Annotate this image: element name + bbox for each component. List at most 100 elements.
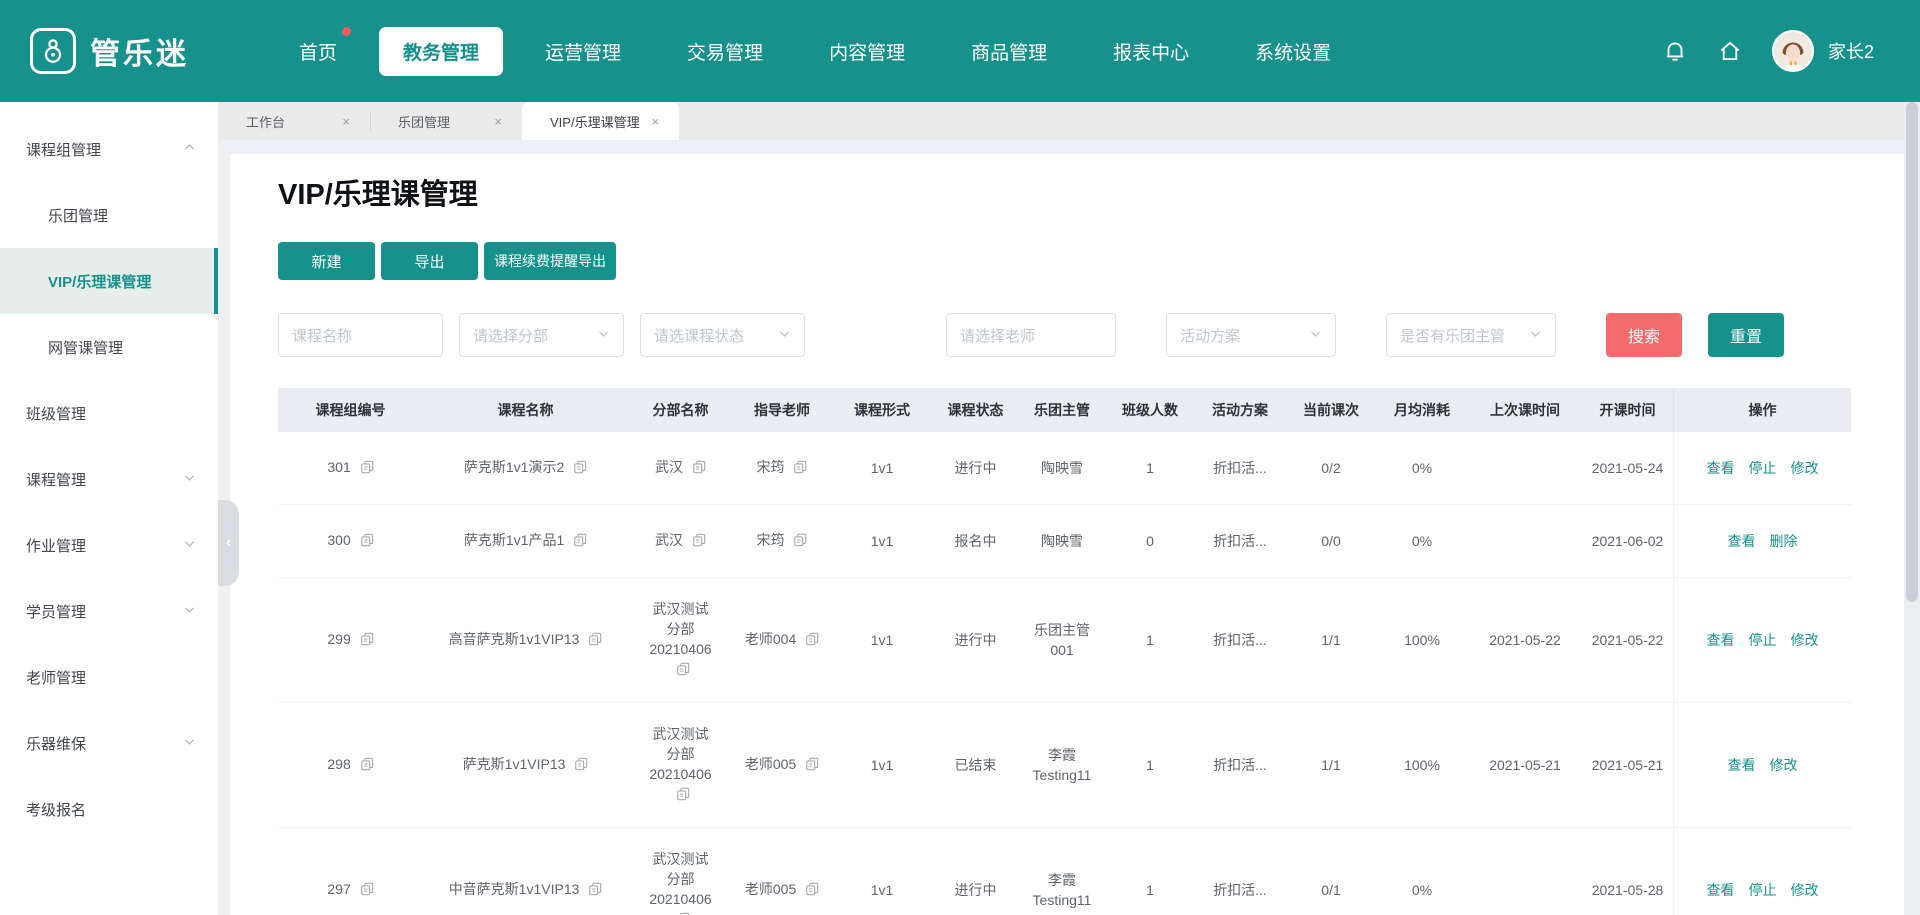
page-action-buttons: 新建导出课程续费提醒导出 (278, 242, 1904, 280)
copy-icon[interactable] (793, 532, 807, 552)
copy-icon[interactable] (588, 631, 602, 651)
reset-button[interactable]: 重置 (1708, 313, 1784, 357)
tab-VIP/乐理课管理[interactable]: VIP/乐理课管理× (522, 102, 679, 140)
filter-input-请选择老师[interactable]: 请选择老师 (946, 313, 1116, 357)
nav-item-8[interactable]: 系统设置 (1231, 27, 1355, 76)
search-button[interactable]: 搜索 (1606, 313, 1682, 357)
toolbar-button-3[interactable]: 课程续费提醒导出 (484, 242, 616, 280)
copy-icon[interactable] (573, 532, 587, 552)
nav-item-label: 内容管理 (829, 43, 905, 64)
nav-item-label: 教务管理 (403, 43, 479, 64)
cell-text: 299 (327, 629, 373, 651)
copy-icon[interactable] (805, 756, 819, 776)
filter-input-课程名称[interactable]: 课程名称 (278, 313, 443, 357)
nav-item-5[interactable]: 内容管理 (805, 27, 929, 76)
nav-item-7[interactable]: 报表中心 (1089, 27, 1213, 76)
copy-icon[interactable] (360, 881, 374, 901)
sidebar-item[interactable]: 考级报名 (0, 776, 218, 842)
toolbar-button-2[interactable]: 导出 (381, 242, 478, 280)
sidebar-item[interactable]: 课程管理 (0, 446, 218, 512)
action-view[interactable]: 查看 (1728, 755, 1756, 775)
cell-actions: 查看停止修改 (1673, 578, 1851, 702)
toolbar-button-1[interactable]: 新建 (278, 242, 375, 280)
content-card: VIP/乐理课管理 新建导出课程续费提醒导出 课程名称请选择分部请选课程状态请选… (230, 154, 1904, 915)
copy-icon[interactable] (676, 786, 690, 806)
sidebar-item[interactable]: 老师管理 (0, 644, 218, 710)
cell-start_time: 2021-05-28 (1582, 828, 1673, 915)
sidebar-item[interactable]: 学员管理 (0, 578, 218, 644)
main-scrollbar[interactable] (1904, 102, 1920, 915)
cell-branch: 武汉测试分部20210406 (628, 578, 733, 702)
copy-icon[interactable] (676, 661, 690, 681)
copy-icon[interactable] (360, 631, 374, 651)
action-view[interactable]: 查看 (1707, 458, 1735, 478)
action-stop[interactable]: 停止 (1749, 880, 1777, 900)
close-tab-icon[interactable]: × (342, 114, 350, 129)
copy-icon[interactable] (574, 756, 588, 776)
copy-icon[interactable] (676, 911, 690, 915)
action-edit[interactable]: 修改 (1791, 458, 1819, 478)
action-delete[interactable]: 删除 (1770, 531, 1798, 551)
copy-icon[interactable] (692, 459, 706, 479)
tab-工作台[interactable]: 工作台× (218, 102, 370, 140)
nav-item-3[interactable]: 运营管理 (521, 27, 645, 76)
user-name[interactable]: 家长2 (1828, 38, 1874, 64)
nav-item-1[interactable]: 首页 (275, 27, 361, 76)
sidebar-item[interactable]: 课程组管理 (0, 116, 218, 182)
sidebar-subitem[interactable]: 网管课管理 (0, 314, 218, 380)
copy-icon[interactable] (793, 459, 807, 479)
cell-text: 李霞Testing11 (1026, 870, 1098, 910)
main-scrollbar-thumb[interactable] (1906, 102, 1918, 602)
cell-text: 100% (1404, 630, 1440, 650)
sidebar-item[interactable]: 作业管理 (0, 512, 218, 578)
chevron-down-icon (597, 327, 610, 344)
primary-nav: 首页 教务管理 运营管理交易管理 内容管理 商品管理 报表中心系统设置 (275, 27, 1373, 76)
filter-placeholder: 请选择分部 (473, 325, 548, 346)
cell-monthly: 0% (1376, 828, 1468, 915)
sidebar-collapse-handle[interactable]: ‹ (218, 500, 239, 586)
filter-select-请选课程状态[interactable]: 请选课程状态 (640, 313, 805, 357)
action-view[interactable]: 查看 (1728, 531, 1756, 551)
copy-icon[interactable] (805, 631, 819, 651)
action-edit[interactable]: 修改 (1791, 630, 1819, 650)
filter-select-是否有乐团主管[interactable]: 是否有乐团主管 (1386, 313, 1556, 357)
filter-placeholder: 活动方案 (1180, 325, 1240, 346)
cell-teacher: 宋筠 (733, 432, 831, 504)
copy-icon[interactable] (360, 532, 374, 552)
action-edit[interactable]: 修改 (1791, 880, 1819, 900)
copy-icon[interactable] (692, 532, 706, 552)
table-row: 299 高音萨克斯1v1VIP13 武汉测试分部20210406 老师004 1… (278, 578, 1851, 703)
sidebar-subitem-label: 乐团管理 (48, 205, 108, 226)
nav-item-6[interactable]: 商品管理 (947, 27, 1071, 76)
tab-乐团管理[interactable]: 乐团管理× (370, 102, 522, 140)
action-view[interactable]: 查看 (1707, 630, 1735, 650)
filter-select-请选择分部[interactable]: 请选择分部 (459, 313, 624, 357)
action-view[interactable]: 查看 (1707, 880, 1735, 900)
sidebar-subitem[interactable]: VIP/乐理课管理 (0, 248, 218, 314)
copy-icon[interactable] (805, 881, 819, 901)
copy-icon[interactable] (360, 459, 374, 479)
filter-placeholder: 请选择老师 (960, 325, 1035, 346)
table-row: 298 萨克斯1v1VIP13 武汉测试分部20210406 老师005 1v1… (278, 703, 1851, 828)
home-icon[interactable] (1717, 38, 1744, 65)
copy-icon[interactable] (573, 459, 587, 479)
sidebar-item[interactable]: 乐器维保 (0, 710, 218, 776)
cell-name: 萨克斯1v1产品1 (423, 505, 628, 577)
user-avatar[interactable] (1772, 30, 1814, 72)
sidebar-subitem[interactable]: 乐团管理 (0, 182, 218, 248)
close-tab-icon[interactable]: × (494, 114, 502, 129)
action-edit[interactable]: 修改 (1770, 755, 1798, 775)
nav-item-label: 商品管理 (971, 43, 1047, 64)
cell-plan: 折扣活... (1194, 578, 1286, 702)
nav-item-4[interactable]: 交易管理 (663, 27, 787, 76)
sidebar-item[interactable]: 班级管理 (0, 380, 218, 446)
copy-icon[interactable] (360, 756, 374, 776)
action-stop[interactable]: 停止 (1749, 458, 1777, 478)
nav-item-2[interactable]: 教务管理 (379, 27, 503, 76)
notification-bell-icon[interactable] (1662, 38, 1689, 65)
close-tab-icon[interactable]: × (652, 114, 660, 129)
copy-icon[interactable] (588, 881, 602, 901)
filter-select-活动方案[interactable]: 活动方案 (1166, 313, 1336, 357)
action-stop[interactable]: 停止 (1749, 630, 1777, 650)
cell-text: 2021-06-02 (1592, 531, 1664, 551)
